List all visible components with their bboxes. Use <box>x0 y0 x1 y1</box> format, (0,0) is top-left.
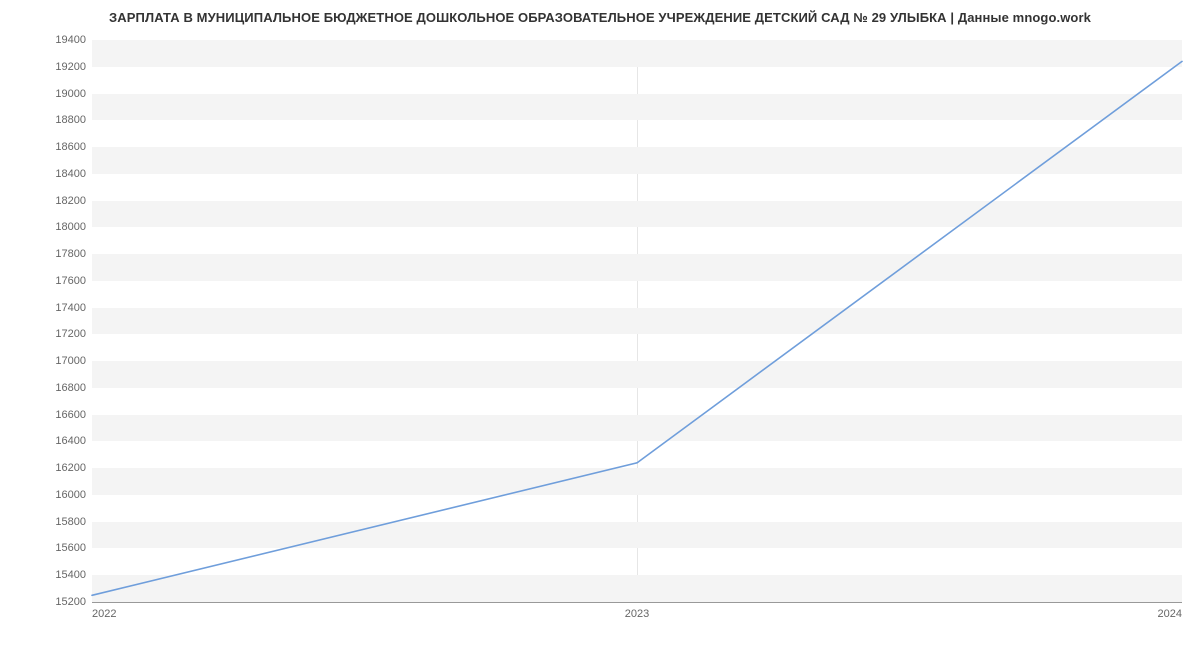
x-tick-label: 2023 <box>625 608 649 620</box>
y-tick-label: 18000 <box>6 221 86 233</box>
y-tick-label: 17800 <box>6 248 86 260</box>
y-tick-label: 15800 <box>6 516 86 528</box>
y-tick-label: 16000 <box>6 489 86 501</box>
chart-container: ЗАРПЛАТА В МУНИЦИПАЛЬНОЕ БЮДЖЕТНОЕ ДОШКО… <box>0 0 1200 650</box>
y-tick-label: 17200 <box>6 328 86 340</box>
y-tick-label: 15400 <box>6 569 86 581</box>
y-tick-label: 16800 <box>6 382 86 394</box>
y-tick-label: 17000 <box>6 355 86 367</box>
y-tick-label: 19200 <box>6 61 86 73</box>
y-tick-label: 18400 <box>6 168 86 180</box>
line-series <box>92 40 1182 602</box>
y-tick-label: 16200 <box>6 462 86 474</box>
y-tick-label: 17600 <box>6 275 86 287</box>
chart-title: ЗАРПЛАТА В МУНИЦИПАЛЬНОЕ БЮДЖЕТНОЕ ДОШКО… <box>0 0 1200 25</box>
y-tick-label: 18800 <box>6 114 86 126</box>
x-tick-label: 2024 <box>1158 608 1182 620</box>
y-tick-label: 16600 <box>6 409 86 421</box>
x-tick-label: 2022 <box>92 608 116 620</box>
y-tick-label: 18200 <box>6 195 86 207</box>
y-tick-label: 19400 <box>6 34 86 46</box>
y-tick-label: 19000 <box>6 88 86 100</box>
plot-area <box>92 40 1182 603</box>
y-tick-label: 18600 <box>6 141 86 153</box>
y-tick-label: 17400 <box>6 302 86 314</box>
y-tick-label: 15600 <box>6 542 86 554</box>
y-tick-label: 15200 <box>6 596 86 608</box>
y-tick-label: 16400 <box>6 435 86 447</box>
